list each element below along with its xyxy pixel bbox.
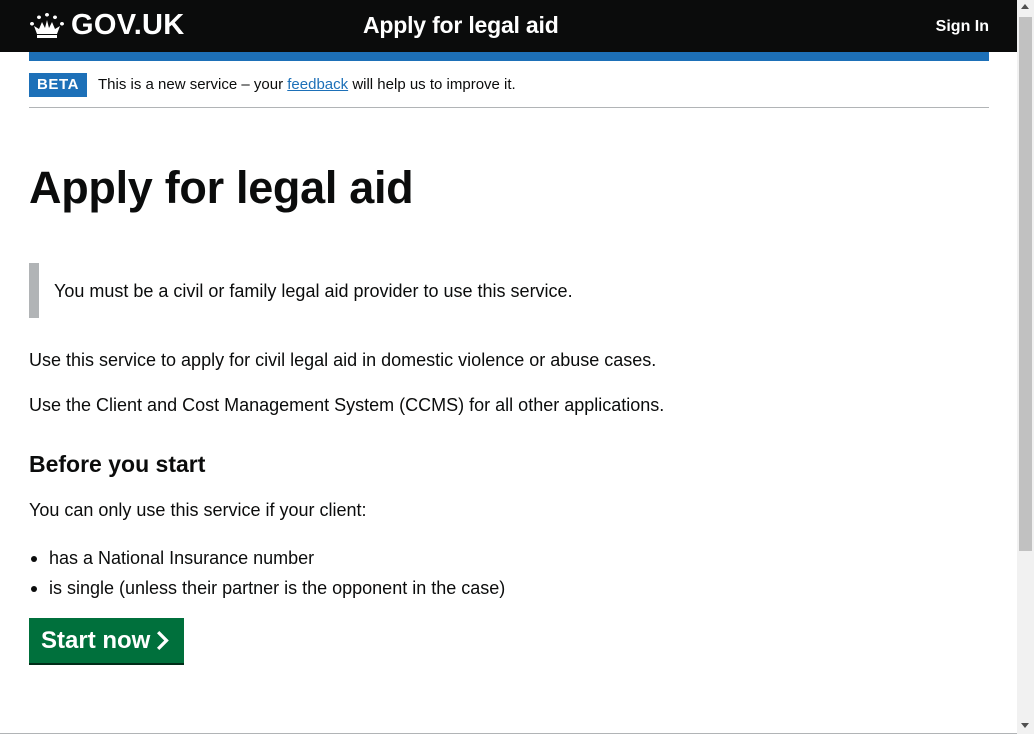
inset-text: You must be a civil or family legal aid … (54, 281, 573, 301)
paragraph-domestic-violence: Use this service to apply for civil lega… (29, 350, 657, 370)
logo-text: GOV.UK (71, 9, 185, 41)
phase-banner: BETA This is a new service – your feedba… (29, 61, 989, 108)
chevron-right-icon (157, 631, 169, 650)
start-button-label: Start now (41, 627, 151, 654)
feedback-link[interactable]: feedback (287, 76, 348, 93)
before-you-start-heading: Before you start (29, 451, 206, 477)
vertical-scrollbar[interactable] (1017, 0, 1034, 734)
paragraph-client-requirements: You can only use this service if your cl… (29, 500, 367, 520)
list-item: is single (unless their partner is the o… (29, 573, 505, 603)
start-now-button[interactable]: Start now (29, 618, 184, 663)
requirements-list: has a National Insurance number is singl… (29, 543, 505, 603)
scroll-up-arrow-icon[interactable] (1021, 4, 1029, 9)
page-title: Apply for legal aid (29, 162, 414, 213)
govuk-logo-link[interactable]: GOV.UK (29, 9, 185, 41)
list-item: has a National Insurance number (29, 543, 505, 573)
site-header: GOV.UK Apply for legal aid Sign In (0, 0, 1017, 52)
phase-banner-text: This is a new service – your feedback wi… (98, 75, 516, 95)
phase-text-before: This is a new service – your (98, 76, 284, 93)
crown-icon (30, 13, 64, 38)
scrollbar-thumb[interactable] (1019, 17, 1032, 551)
header-blue-border (29, 52, 989, 61)
sign-in-link[interactable]: Sign In (936, 17, 989, 37)
phase-text-after: will help us to improve it. (352, 76, 516, 93)
beta-tag: BETA (29, 73, 88, 97)
inset-text-box: You must be a civil or family legal aid … (29, 263, 729, 318)
scroll-down-arrow-icon[interactable] (1021, 723, 1029, 728)
paragraph-ccms: Use the Client and Cost Management Syste… (29, 395, 665, 415)
service-name[interactable]: Apply for legal aid (363, 11, 559, 39)
